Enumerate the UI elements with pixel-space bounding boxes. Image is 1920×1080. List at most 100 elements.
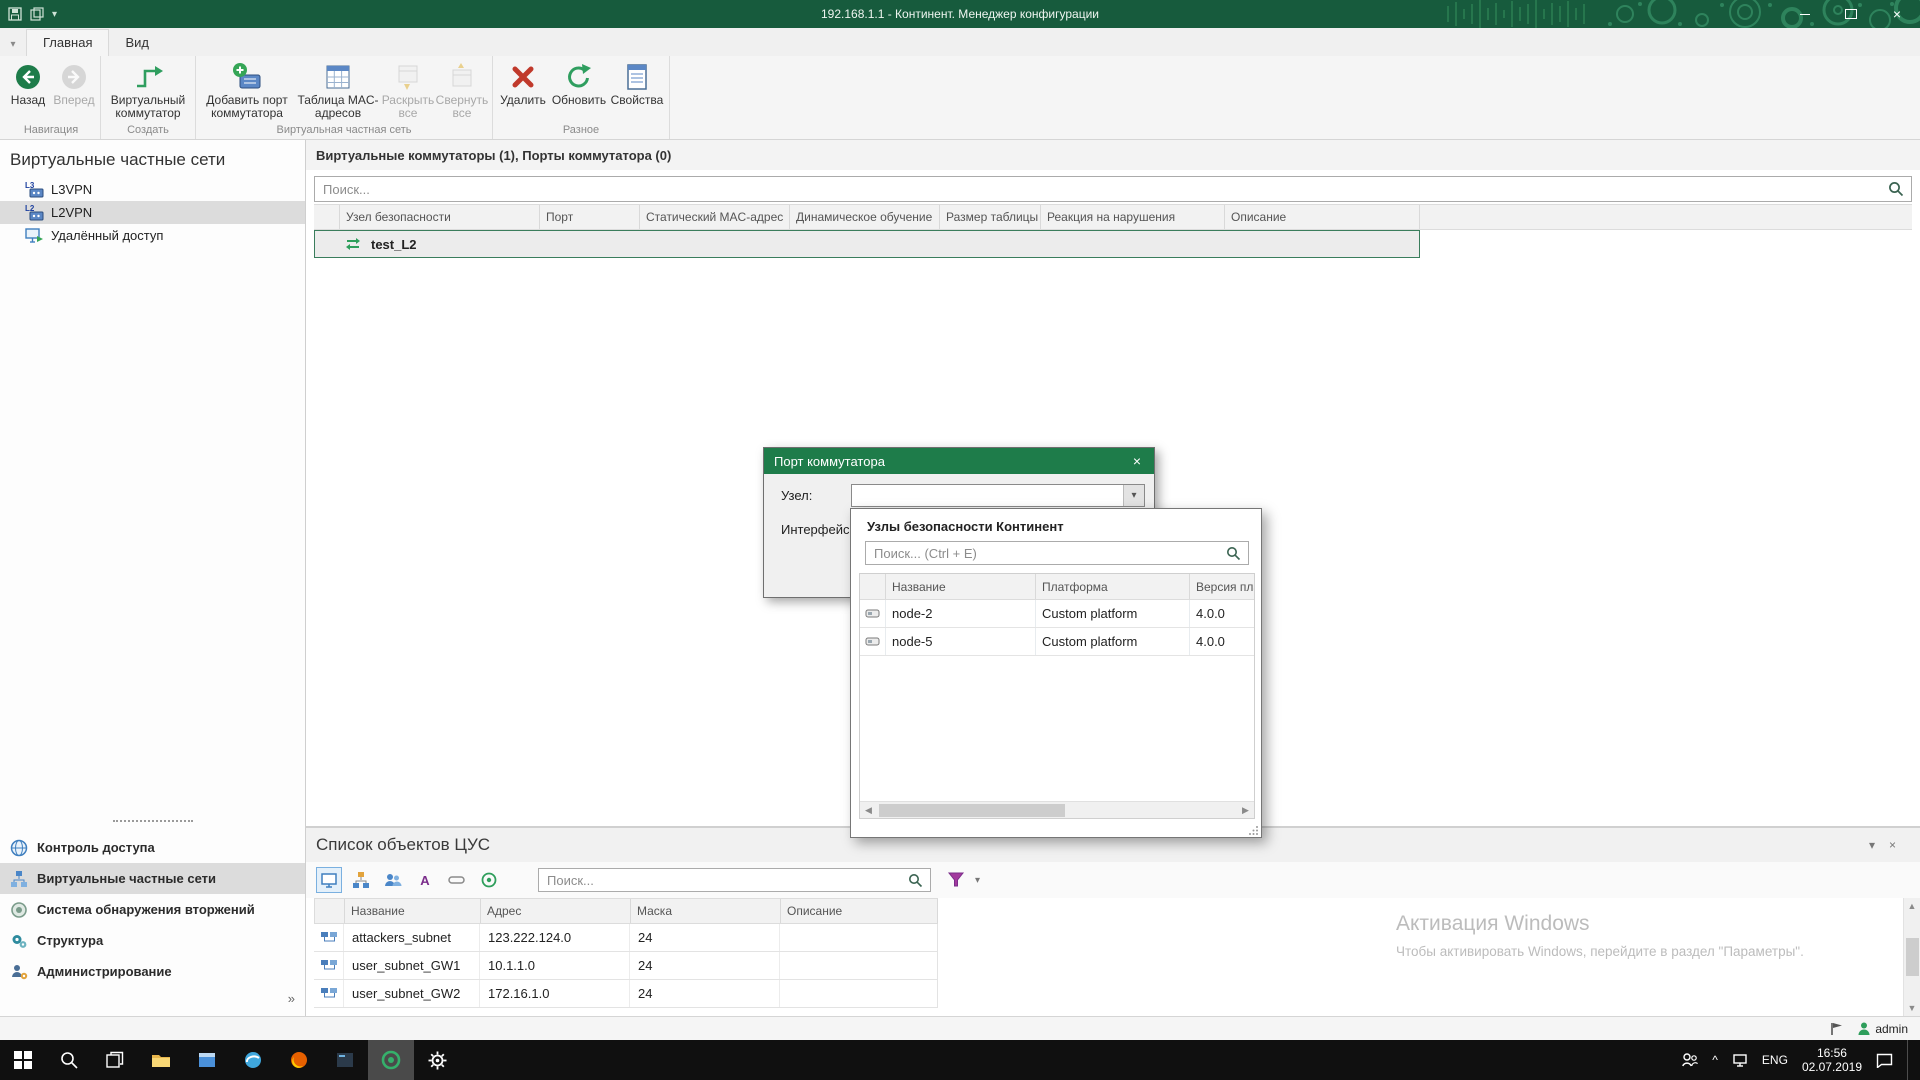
column-port[interactable]: Порт: [540, 205, 640, 229]
window-title: 192.168.1.1 - Континент. Менеджер конфиг…: [0, 7, 1920, 21]
column-address[interactable]: Адрес: [481, 899, 631, 923]
column-description[interactable]: Описание: [1225, 205, 1420, 229]
settings-button[interactable]: [414, 1040, 460, 1080]
intrusion-detection-icon: [10, 901, 28, 919]
virtual-switch-icon: [132, 62, 164, 92]
resize-grip[interactable]: [1249, 825, 1259, 835]
ethernet-icon[interactable]: [1732, 1054, 1748, 1067]
tab-vid[interactable]: Вид: [109, 30, 165, 56]
panel-menu-caret-icon[interactable]: ▾: [1869, 838, 1875, 852]
filter-users-icon[interactable]: [380, 867, 406, 893]
action-center-icon[interactable]: [1876, 1053, 1893, 1068]
l3-switch-icon: L3: [24, 180, 44, 199]
refresh-button[interactable]: Обновить: [550, 58, 608, 123]
windows-logo-icon: [14, 1051, 32, 1069]
window-layout-icon[interactable]: [30, 7, 44, 21]
search-icon[interactable]: [908, 873, 923, 888]
start-button[interactable]: [0, 1040, 46, 1080]
properties-button[interactable]: Свойства: [608, 58, 666, 123]
sidebar-item-administration[interactable]: Администрирование: [0, 956, 305, 987]
switch-row-test-l2[interactable]: test_L2: [314, 230, 1420, 258]
column-dyn-learning[interactable]: Динамическое обучение: [790, 205, 940, 229]
show-desktop-button[interactable]: [1907, 1040, 1914, 1080]
task-view-button[interactable]: [92, 1040, 138, 1080]
firefox-button[interactable]: [276, 1040, 322, 1080]
maximize-button[interactable]: [1828, 0, 1874, 28]
funnel-caret-icon[interactable]: ▾: [975, 875, 980, 886]
column-version[interactable]: Версия плат: [1190, 574, 1254, 599]
tree-item-l3vpn[interactable]: L3 L3VPN: [0, 178, 305, 201]
console-app-button[interactable]: [322, 1040, 368, 1080]
people-icon[interactable]: [1682, 1053, 1698, 1067]
taskbar-search-button[interactable]: [46, 1040, 92, 1080]
column-uzel[interactable]: Узел безопасности: [340, 205, 540, 229]
object-row[interactable]: attackers_subnet 123.222.124.0 24: [314, 924, 938, 952]
node-row[interactable]: node-5 Custom platform 4.0.0: [860, 628, 1254, 656]
ribbon-menu-caret-icon[interactable]: ▾: [0, 39, 26, 56]
objects-search-input[interactable]: [539, 873, 908, 888]
search-icon[interactable]: [1888, 181, 1904, 197]
module-nav: Контроль доступа Виртуальные частные сет…: [0, 832, 305, 987]
mac-table-button[interactable]: Таблица MAC-адресов: [295, 58, 381, 123]
filter-connector-icon[interactable]: [444, 867, 470, 893]
scroll-up-icon[interactable]: ▲: [1908, 898, 1917, 911]
column-static-mac[interactable]: Статический MAC-адрес: [640, 205, 790, 229]
delete-button[interactable]: Удалить: [496, 58, 550, 123]
close-button[interactable]: ×: [1874, 0, 1920, 28]
scroll-thumb[interactable]: [879, 804, 1065, 817]
dialog-close-icon[interactable]: ×: [1120, 453, 1154, 469]
object-row[interactable]: user_subnet_GW1 10.1.1.0 24: [314, 952, 938, 980]
tree-item-remote-access[interactable]: Удалённый доступ: [0, 224, 305, 247]
virtual-switch-button[interactable]: Виртуальный коммутатор: [104, 58, 192, 123]
popup-search-input[interactable]: [866, 546, 1226, 561]
combo-caret-icon[interactable]: ▾: [1123, 485, 1144, 506]
popup-hscrollbar[interactable]: ◀ ▶: [860, 801, 1254, 818]
qat-dropdown-icon[interactable]: ▾: [52, 9, 57, 20]
filter-target-icon[interactable]: [476, 867, 502, 893]
column-mask[interactable]: Маска: [631, 899, 781, 923]
column-violation[interactable]: Реакция на нарушения: [1041, 205, 1225, 229]
column-platform[interactable]: Платформа: [1036, 574, 1190, 599]
panel-close-icon[interactable]: ×: [1889, 838, 1896, 852]
language-indicator[interactable]: ENG: [1762, 1053, 1788, 1067]
browser-button[interactable]: [230, 1040, 276, 1080]
search-icon[interactable]: [1226, 546, 1241, 561]
subnet-icon: [314, 980, 344, 1007]
add-switch-port-button[interactable]: Добавить порт коммутатора: [199, 58, 295, 123]
filter-funnel-icon[interactable]: [943, 867, 969, 893]
scroll-down-icon[interactable]: ▼: [1908, 1003, 1917, 1016]
object-row[interactable]: user_subnet_GW2 172.16.1.0 24: [314, 980, 938, 1008]
group-label-navigation: Навигация: [5, 123, 97, 139]
main-search-input[interactable]: [315, 182, 1888, 197]
sidebar-item-vpn[interactable]: Виртуальные частные сети: [0, 863, 305, 894]
scroll-thumb[interactable]: [1906, 938, 1919, 976]
blue-app-button[interactable]: [184, 1040, 230, 1080]
tree-item-l2vpn[interactable]: L2 L2VPN: [0, 201, 305, 224]
scroll-right-icon[interactable]: ▶: [1237, 805, 1254, 816]
column-table-size[interactable]: Размер таблицы: [940, 205, 1041, 229]
sidebar-item-structure[interactable]: Структура: [0, 925, 305, 956]
back-button[interactable]: Назад: [5, 58, 51, 123]
file-explorer-button[interactable]: [138, 1040, 184, 1080]
node-row[interactable]: node-2 Custom platform 4.0.0: [860, 600, 1254, 628]
tab-glavnaya[interactable]: Главная: [26, 29, 109, 57]
clock[interactable]: 16:56 02.07.2019: [1802, 1046, 1862, 1074]
dialog-titlebar[interactable]: Порт коммутатора ×: [764, 448, 1154, 474]
filter-hosts-icon[interactable]: [316, 867, 342, 893]
sidebar-item-access-control[interactable]: Контроль доступа: [0, 832, 305, 863]
sidebar-collapse-chevrons[interactable]: »: [288, 991, 295, 1006]
minimize-button[interactable]: [1782, 0, 1828, 28]
column-name[interactable]: Название: [886, 574, 1036, 599]
save-icon[interactable]: [8, 7, 22, 21]
column-name[interactable]: Название: [345, 899, 481, 923]
tray-expand-icon[interactable]: ^: [1712, 1053, 1718, 1067]
column-description[interactable]: Описание: [781, 899, 937, 923]
node-combobox[interactable]: ▾: [851, 484, 1145, 507]
filter-hierarchy-icon[interactable]: [348, 867, 374, 893]
objects-panel-scrollbar[interactable]: ▲ ▼: [1903, 898, 1920, 1016]
sidebar-splitter[interactable]: [113, 820, 193, 822]
scroll-left-icon[interactable]: ◀: [860, 805, 877, 816]
filter-letter-a-icon[interactable]: A: [412, 867, 438, 893]
continent-app-button[interactable]: [368, 1040, 414, 1080]
sidebar-item-ids[interactable]: Система обнаружения вторжений: [0, 894, 305, 925]
